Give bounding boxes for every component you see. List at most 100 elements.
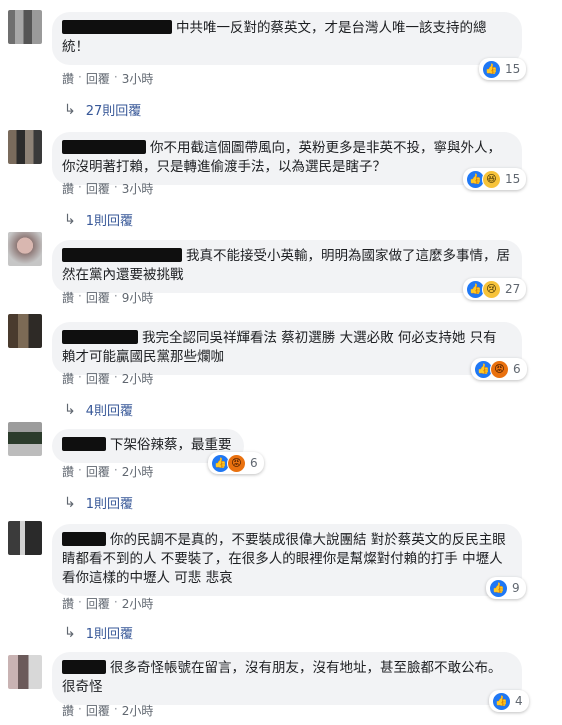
like-link[interactable]: 讚 — [62, 370, 74, 387]
view-replies-link[interactable]: ↳ 4則回覆 — [64, 400, 134, 420]
reaction-count: 15 — [505, 62, 521, 76]
reaction-count: 4 — [515, 694, 523, 708]
like-reaction-icon: 👍 — [482, 59, 501, 79]
avatar[interactable] — [8, 130, 42, 164]
reply-link[interactable]: 回覆 — [86, 289, 110, 306]
like-link[interactable]: 讚 — [62, 702, 74, 719]
comment-bubble: 我真不能接受小英輸，明明為國家做了這麼多事情，居然在黨內還要被挑戰 — [52, 240, 522, 293]
replies-count: 1則回覆 — [85, 627, 134, 642]
comment-actions: 讚 · 回覆 · 3小時 — [62, 70, 153, 87]
comment-time[interactable]: 2小時 — [122, 370, 154, 387]
reply-arrow-icon: ↳ — [64, 401, 76, 418]
reply-arrow-icon: ↳ — [64, 101, 76, 118]
replies-count: 4則回覆 — [85, 404, 134, 419]
like-reaction-icon: 👍 — [489, 578, 508, 598]
comment-bubble: 你不用截這個圖帶風向，英粉更多是非英不投，寧與外人，你沒明著打賴，只是轉進偷渡手… — [52, 132, 522, 185]
comment-time[interactable]: 3小時 — [122, 70, 154, 87]
comment-bubble: 你的民調不是真的，不要裝成很偉大說團結 對於蔡英文的反民主眼睛都看不到的人 不要… — [52, 524, 522, 596]
view-replies-link[interactable]: ↳ 1則回覆 — [64, 210, 134, 230]
reply-link[interactable]: 回覆 — [86, 370, 110, 387]
replies-count: 1則回覆 — [85, 497, 134, 512]
reply-link[interactable]: 回覆 — [86, 595, 110, 612]
replies-count: 1則回覆 — [85, 214, 134, 229]
comment-actions: 讚 · 回覆 · 2小時 — [62, 595, 153, 612]
reaction-summary[interactable]: 👍 😡 6 — [471, 358, 527, 380]
reaction-summary[interactable]: 👍 15 — [479, 58, 527, 80]
comment-bubble: 我完全認同吳祥輝看法 蔡初選勝 大選必敗 何必支持她 只有賴才可能贏國民黨那些爛… — [52, 322, 522, 375]
redacted-name — [62, 437, 106, 451]
comment-text: 你的民調不是真的，不要裝成很偉大說團結 對於蔡英文的反民主眼睛都看不到的人 不要… — [62, 532, 506, 586]
comment-time[interactable]: 9小時 — [122, 289, 154, 306]
haha-reaction-icon: 😆 — [482, 169, 501, 189]
separator: · — [78, 289, 82, 303]
separator: · — [113, 70, 118, 84]
separator: · — [78, 595, 82, 609]
comment-actions: 讚 · 回覆 · 3小時 — [62, 180, 153, 197]
like-link[interactable]: 讚 — [62, 595, 74, 612]
separator: · — [78, 70, 82, 84]
comment-time[interactable]: 3小時 — [122, 180, 154, 197]
redacted-name — [62, 248, 182, 262]
comment-time[interactable]: 2小時 — [122, 702, 154, 719]
angry-reaction-icon: 😡 — [227, 453, 246, 473]
reaction-summary[interactable]: 👍 😡 6 — [208, 452, 264, 474]
like-link[interactable]: 讚 — [62, 180, 74, 197]
reply-link[interactable]: 回覆 — [86, 702, 110, 719]
comment-text: 很多奇怪帳號在留言，沒有朋友，沒有地址，甚至臉都不敢公布。很奇怪 — [62, 660, 502, 695]
separator: · — [113, 702, 118, 716]
like-link[interactable]: 讚 — [62, 289, 74, 306]
view-replies-link[interactable]: ↳ 27則回覆 — [64, 100, 142, 120]
separator: · — [113, 370, 118, 384]
redacted-name — [62, 330, 138, 344]
separator: · — [113, 180, 118, 194]
separator: · — [113, 289, 118, 303]
reaction-summary[interactable]: 👍 😢 27 — [463, 278, 527, 300]
separator: · — [78, 463, 82, 477]
reply-arrow-icon: ↳ — [64, 211, 76, 228]
avatar[interactable] — [8, 521, 42, 555]
redacted-name — [62, 660, 106, 674]
redacted-name — [62, 532, 106, 546]
reaction-summary[interactable]: 👍 4 — [489, 690, 529, 712]
avatar[interactable] — [8, 232, 42, 266]
separator: · — [78, 370, 82, 384]
avatar[interactable] — [8, 10, 42, 44]
sad-reaction-icon: 😢 — [482, 279, 501, 299]
comment-actions: 讚 · 回覆 · 2小時 — [62, 463, 153, 480]
reply-link[interactable]: 回覆 — [86, 463, 110, 480]
reply-arrow-icon: ↳ — [64, 494, 76, 511]
reply-arrow-icon: ↳ — [64, 624, 76, 641]
comment-actions: 讚 · 回覆 · 9小時 — [62, 289, 153, 306]
reply-link[interactable]: 回覆 — [86, 180, 110, 197]
separator: · — [78, 702, 82, 716]
replies-count: 27則回覆 — [85, 104, 142, 119]
reaction-count: 9 — [512, 581, 520, 595]
view-replies-link[interactable]: ↳ 1則回覆 — [64, 493, 134, 513]
separator: · — [113, 463, 118, 477]
reaction-summary[interactable]: 👍 😆 15 — [463, 168, 527, 190]
avatar[interactable] — [8, 422, 42, 456]
avatar[interactable] — [8, 655, 42, 689]
view-replies-link[interactable]: ↳ 1則回覆 — [64, 623, 134, 643]
reaction-count: 6 — [513, 362, 521, 376]
like-reaction-icon: 👍 — [492, 691, 511, 711]
reaction-summary[interactable]: 👍 9 — [486, 577, 526, 599]
comment-actions: 讚 · 回覆 · 2小時 — [62, 702, 153, 719]
reply-link[interactable]: 回覆 — [86, 70, 110, 87]
redacted-name — [62, 140, 146, 154]
angry-reaction-icon: 😡 — [490, 359, 509, 379]
comment-bubble: 中共唯一反對的蔡英文，才是台灣人唯一該支持的總統！ — [52, 12, 522, 65]
like-link[interactable]: 讚 — [62, 463, 74, 480]
separator: · — [113, 595, 118, 609]
comment-time[interactable]: 2小時 — [122, 595, 154, 612]
reaction-count: 15 — [505, 172, 521, 186]
like-link[interactable]: 讚 — [62, 70, 74, 87]
separator: · — [78, 180, 82, 194]
reaction-count: 6 — [250, 456, 258, 470]
avatar[interactable] — [8, 314, 42, 348]
comment-actions: 讚 · 回覆 · 2小時 — [62, 370, 153, 387]
comment-text: 下架俗辣蔡，最重要 — [110, 437, 232, 453]
comment-time[interactable]: 2小時 — [122, 463, 154, 480]
redacted-name — [62, 20, 172, 34]
reaction-count: 27 — [505, 282, 521, 296]
